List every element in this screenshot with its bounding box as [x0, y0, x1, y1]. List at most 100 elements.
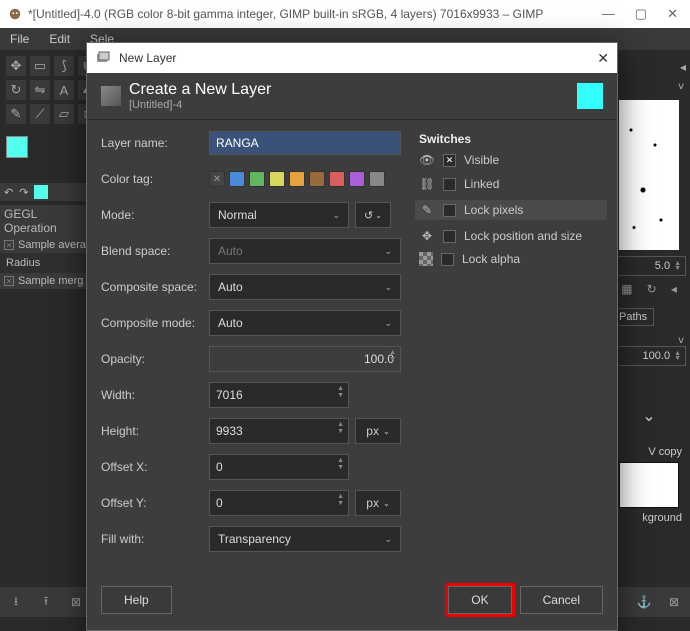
- composite-mode-select[interactable]: Auto⌄: [209, 310, 401, 336]
- chevron-down-large-icon[interactable]: ⌄: [642, 408, 655, 425]
- composite-space-select[interactable]: Auto⌄: [209, 274, 401, 300]
- tool-move[interactable]: ✥: [6, 56, 26, 76]
- tool-text[interactable]: A: [54, 80, 74, 100]
- menu-edit[interactable]: Edit: [45, 30, 74, 48]
- undo-icon[interactable]: ↶: [4, 186, 13, 199]
- lock-alpha-checkbox[interactable]: [441, 253, 454, 266]
- menu-file[interactable]: File: [6, 30, 33, 48]
- maximize-button[interactable]: ▢: [635, 6, 647, 22]
- window-titlebar: *[Untitled]-4.0 (RGB color 8-bit gamma i…: [0, 0, 690, 28]
- new-layer-icon: [101, 86, 121, 106]
- dialog-icon: [95, 50, 111, 66]
- tool-lasso[interactable]: ⟆: [54, 56, 74, 76]
- dialog-subheading: [Untitled]-4: [129, 99, 271, 111]
- brush-size-spinner[interactable]: 5.0▲▼: [612, 256, 686, 276]
- tool-select[interactable]: ▭: [30, 56, 50, 76]
- lock-position-label: Lock position and size: [464, 229, 582, 243]
- tool-flip[interactable]: ⇋: [30, 80, 50, 100]
- lock-alpha-label: Lock alpha: [462, 252, 520, 266]
- minimize-button[interactable]: —: [602, 6, 615, 22]
- width-input[interactable]: 7016▲▼: [209, 382, 349, 408]
- color-tag-red[interactable]: [329, 171, 345, 187]
- close-button[interactable]: ✕: [667, 6, 678, 22]
- color-tag-green[interactable]: [249, 171, 265, 187]
- color-tag-blue[interactable]: [229, 171, 245, 187]
- grid-icon[interactable]: ▦: [621, 282, 632, 296]
- linked-checkbox[interactable]: [443, 178, 456, 191]
- upload-icon[interactable]: ⭱: [38, 594, 54, 610]
- tool-eraser[interactable]: ▱: [54, 104, 74, 124]
- alpha-lock-icon: [419, 252, 433, 266]
- ok-button[interactable]: OK: [448, 586, 511, 614]
- mode-reset-button[interactable]: ↺⌄: [355, 202, 391, 228]
- dock-menu-icon[interactable]: ◂: [680, 60, 686, 74]
- tool-brush[interactable]: ⟋: [30, 104, 50, 124]
- color-tag-yellow[interactable]: [269, 171, 285, 187]
- history-bg-label: kground: [612, 512, 686, 524]
- right-dock: ◂ ⅴ 5.0▲▼ ▦ ↻ ◂ Paths ⅴ 100.0▲▼ ⌄ V copy…: [612, 58, 686, 524]
- visible-checkbox[interactable]: [443, 154, 456, 167]
- offset-y-input[interactable]: 0▲▼: [209, 490, 349, 516]
- composite-mode-label: Composite mode:: [101, 316, 209, 330]
- height-input[interactable]: 9933▲▼: [209, 418, 349, 444]
- chevron-down-icon-2[interactable]: ⅴ: [678, 335, 684, 346]
- color-tag-picker: [209, 171, 385, 187]
- blend-space-label: Blend space:: [101, 244, 209, 258]
- blend-space-select[interactable]: Auto⌄: [209, 238, 401, 264]
- brush-preview[interactable]: [619, 100, 679, 250]
- dialog-titlebar: New Layer ✕: [87, 43, 617, 73]
- layer-name-input[interactable]: [209, 131, 401, 155]
- composite-space-label: Composite space:: [101, 280, 209, 294]
- close-option-icon-2[interactable]: ✕: [4, 276, 14, 286]
- anchor-icon[interactable]: ⚓: [636, 594, 652, 610]
- new-layer-dialog: New Layer ✕ Create a New Layer [Untitled…: [86, 42, 618, 631]
- paths-tab[interactable]: Paths: [612, 308, 654, 326]
- brush-lock-icon: ✎: [419, 202, 435, 218]
- toolbox: ✥ ▭ ⟆ ⧉ ↻ ⇋ A ▰ ✎ ⟋ ▱ ⧈ ↶ ↷ GEGL Operati…: [0, 50, 90, 289]
- dialog-close-button[interactable]: ✕: [597, 50, 609, 67]
- history-copy-label: V copy: [612, 446, 686, 458]
- fill-with-select[interactable]: Transparency⌄: [209, 526, 401, 552]
- help-button[interactable]: Help: [101, 586, 172, 614]
- switches-heading: Switches: [419, 132, 603, 146]
- download-icon[interactable]: ⭳: [8, 594, 24, 610]
- opacity-slider[interactable]: 100.0 ▲▼: [209, 346, 401, 372]
- color-tag-label: Color tag:: [101, 172, 209, 186]
- offset-x-input[interactable]: 0▲▼: [209, 454, 349, 480]
- layer-color-preview: [577, 83, 603, 109]
- linked-label: Linked: [464, 177, 499, 191]
- mode-label: Mode:: [101, 208, 209, 222]
- size-unit-select[interactable]: px⌄: [355, 418, 401, 444]
- color-tag-orange[interactable]: [289, 171, 305, 187]
- fg-color-swatch[interactable]: [6, 136, 28, 158]
- color-indicator[interactable]: [34, 185, 48, 199]
- mode-select[interactable]: Normal⌄: [209, 202, 349, 228]
- lock-pixels-checkbox[interactable]: [443, 204, 456, 217]
- opacity-spinner-dock[interactable]: 100.0▲▼: [612, 346, 686, 366]
- redo-icon[interactable]: ↷: [19, 186, 28, 199]
- tool-rotate[interactable]: ↻: [6, 80, 26, 100]
- color-tag-violet[interactable]: [349, 171, 365, 187]
- dialog-heading: Create a New Layer: [129, 81, 271, 99]
- chevron-down-icon[interactable]: ⅴ: [678, 81, 684, 92]
- color-tag-none[interactable]: [209, 171, 225, 187]
- width-label: Width:: [101, 388, 209, 402]
- color-tag-gray[interactable]: [369, 171, 385, 187]
- lock-position-checkbox[interactable]: [443, 230, 456, 243]
- refresh-icon[interactable]: ↻: [647, 282, 657, 296]
- cancel-button[interactable]: Cancel: [520, 586, 603, 614]
- tool-options-tabs: ↶ ↷: [0, 183, 90, 201]
- close-option-icon[interactable]: ✕: [4, 240, 14, 250]
- close-sb-icon[interactable]: ⊠: [68, 594, 84, 610]
- tool-pencil[interactable]: ✎: [6, 104, 26, 124]
- height-label: Height:: [101, 424, 209, 438]
- offset-unit-select[interactable]: px⌄: [355, 490, 401, 516]
- gegl-operation-label: GEGL Operation: [0, 205, 90, 237]
- offset-x-label: Offset X:: [101, 460, 209, 474]
- trash-icon[interactable]: ⊠: [666, 594, 682, 610]
- color-tag-brown[interactable]: [309, 171, 325, 187]
- history-thumbnail[interactable]: [619, 462, 679, 508]
- opacity-label: Opacity:: [101, 352, 209, 366]
- menu-dots-icon[interactable]: ◂: [671, 282, 677, 296]
- dialog-header: Create a New Layer [Untitled]-4: [87, 73, 617, 120]
